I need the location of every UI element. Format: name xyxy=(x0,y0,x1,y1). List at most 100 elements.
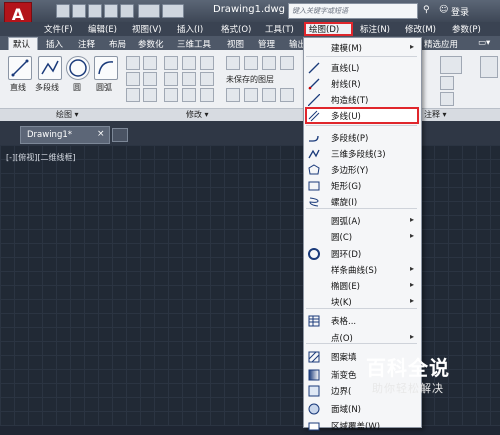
layer-tool-icon[interactable] xyxy=(280,56,294,70)
menu-item[interactable]: 面域(N) xyxy=(305,401,418,417)
save-as-icon[interactable] xyxy=(104,4,118,18)
tab-3d-tools[interactable]: 三维工具 xyxy=(177,38,211,50)
table-ribbon-icon[interactable] xyxy=(440,92,454,106)
menu-item[interactable]: 构造线(T) xyxy=(305,92,418,108)
sun-icon[interactable] xyxy=(244,88,258,102)
tab-parametric[interactable]: 参数化 xyxy=(138,38,164,50)
menu-item[interactable]: 三维多段线(3) xyxy=(305,146,418,162)
submenu-arrow-icon: ▸ xyxy=(409,332,414,341)
xline-icon xyxy=(307,93,321,107)
new-file-icon[interactable] xyxy=(56,4,70,18)
boundary-icon[interactable] xyxy=(126,88,140,102)
tab-view[interactable]: 视图 xyxy=(227,38,244,50)
new-tab-icon[interactable] xyxy=(112,128,128,142)
menu-item[interactable]: 多段线(P) xyxy=(305,130,418,146)
copy-icon[interactable] xyxy=(164,72,178,86)
unsaved-layer-state[interactable]: 未保存的图层 xyxy=(226,74,274,85)
gradient-icon[interactable] xyxy=(143,56,157,70)
viewport-controls[interactable]: [-][俯视][二维线框] xyxy=(6,152,76,163)
mirror-icon[interactable] xyxy=(182,72,196,86)
ribbon-toggle-icon[interactable]: ▭▾ xyxy=(478,38,490,48)
tab-layout[interactable]: 布局 xyxy=(109,38,126,50)
arc-tool-icon[interactable] xyxy=(94,56,118,80)
menu-item[interactable]: 块(K) ▸ xyxy=(305,294,418,310)
menu-item-label: 椭圆(E) xyxy=(331,282,361,292)
menu-item[interactable]: 建模(M) ▸ xyxy=(305,40,418,56)
menu-format[interactable]: 格式(O) xyxy=(221,23,251,35)
menu-item[interactable]: 射线(R) xyxy=(305,76,418,92)
panel-modify-label[interactable]: 修改 ▾ xyxy=(186,109,209,120)
undo-icon[interactable] xyxy=(138,4,160,18)
gradient-icon xyxy=(308,369,320,381)
menu-edit[interactable]: 编辑(E) xyxy=(88,23,117,35)
wipeout-icon xyxy=(308,420,320,432)
hatch-icon[interactable] xyxy=(126,72,140,86)
mline-icon xyxy=(308,110,320,122)
menu-item[interactable]: 圆(C) ▸ xyxy=(305,229,418,245)
lock-icon[interactable] xyxy=(262,88,276,102)
layer-properties-icon[interactable] xyxy=(226,56,240,70)
menu-draw[interactable]: 绘图(D) xyxy=(309,23,339,35)
menu-view[interactable]: 视图(V) xyxy=(132,23,161,35)
tab-insert[interactable]: 插入 xyxy=(46,38,63,50)
menu-item[interactable]: 圆环(D) xyxy=(305,246,418,262)
region-icon[interactable] xyxy=(143,72,157,86)
menu-item[interactable]: 圆弧(A) ▸ xyxy=(305,213,418,229)
menu-item-label: 构造线(T) xyxy=(331,96,369,106)
scale-icon[interactable] xyxy=(182,88,196,102)
stretch-icon[interactable] xyxy=(164,88,178,102)
table-icon[interactable] xyxy=(143,88,157,102)
tab-featured-apps[interactable]: 精选应用 xyxy=(424,38,458,50)
user-icon[interactable]: ☺ xyxy=(439,5,449,16)
binoculars-icon[interactable]: ⚲ xyxy=(423,5,435,16)
menu-item[interactable]: 区域覆盖(W) xyxy=(305,418,418,434)
redo-icon[interactable] xyxy=(162,4,184,18)
menu-item-label: 多边形(Y) xyxy=(331,166,369,176)
print-icon[interactable] xyxy=(120,4,134,18)
login-link[interactable]: 登录 xyxy=(451,5,469,18)
menu-item[interactable]: 椭圆(E) ▸ xyxy=(305,278,418,294)
trim-icon[interactable] xyxy=(200,56,214,70)
open-file-icon[interactable] xyxy=(72,4,86,18)
insert-block-icon[interactable] xyxy=(480,56,498,78)
array-icon[interactable] xyxy=(200,88,214,102)
menu-item-label: 圆(C) xyxy=(331,233,353,243)
move-icon[interactable] xyxy=(164,56,178,70)
tab-default[interactable]: 默认 xyxy=(13,38,30,50)
menu-item[interactable]: 样条曲线(S) ▸ xyxy=(305,262,418,278)
tab-manage[interactable]: 管理 xyxy=(258,38,275,50)
menu-insert[interactable]: 插入(I) xyxy=(177,23,203,35)
search-input[interactable] xyxy=(288,3,418,19)
tab-annotate[interactable]: 注释 xyxy=(78,38,95,50)
dimension-icon[interactable] xyxy=(440,56,462,74)
menu-item[interactable]: 螺旋(I) xyxy=(305,194,418,210)
polyline-tool-icon[interactable] xyxy=(38,56,62,80)
color-icon[interactable] xyxy=(280,88,294,102)
menu-dimension[interactable]: 标注(N) xyxy=(360,23,390,35)
layer-icon[interactable] xyxy=(244,56,258,70)
menu-tools[interactable]: 工具(T) xyxy=(265,23,294,35)
menu-item[interactable]: 直线(L) xyxy=(305,60,418,76)
panel-annotate-label[interactable]: 注释 ▾ xyxy=(424,109,447,120)
document-tab[interactable]: Drawing1* × xyxy=(20,126,110,144)
menu-parametric[interactable]: 参数(P) xyxy=(452,23,481,35)
circle-tool-icon[interactable] xyxy=(66,56,90,80)
rotate-icon[interactable] xyxy=(182,56,196,70)
layer-state-icon[interactable] xyxy=(262,56,276,70)
save-icon[interactable] xyxy=(88,4,102,18)
menu-modify[interactable]: 修改(M) xyxy=(405,23,436,35)
menu-file[interactable]: 文件(F) xyxy=(44,23,73,35)
menu-item[interactable]: 多边形(Y) xyxy=(305,162,418,178)
close-tab-icon[interactable]: × xyxy=(97,129,105,139)
leader-icon[interactable] xyxy=(440,76,454,90)
menu-item-label: 渐变色 xyxy=(331,371,357,381)
bulb-icon[interactable] xyxy=(226,88,240,102)
rectangle-icon[interactable] xyxy=(126,56,140,70)
panel-draw-label[interactable]: 绘图 ▾ xyxy=(56,109,79,120)
line-tool-icon[interactable] xyxy=(8,56,32,80)
menu-item[interactable]: 表格... xyxy=(305,313,418,329)
menu-item[interactable]: 多线(U) xyxy=(305,108,418,124)
fillet-icon[interactable] xyxy=(200,72,214,86)
menu-item[interactable]: 矩形(G) xyxy=(305,178,418,194)
menu-item[interactable]: 点(O) ▸ xyxy=(305,330,418,346)
